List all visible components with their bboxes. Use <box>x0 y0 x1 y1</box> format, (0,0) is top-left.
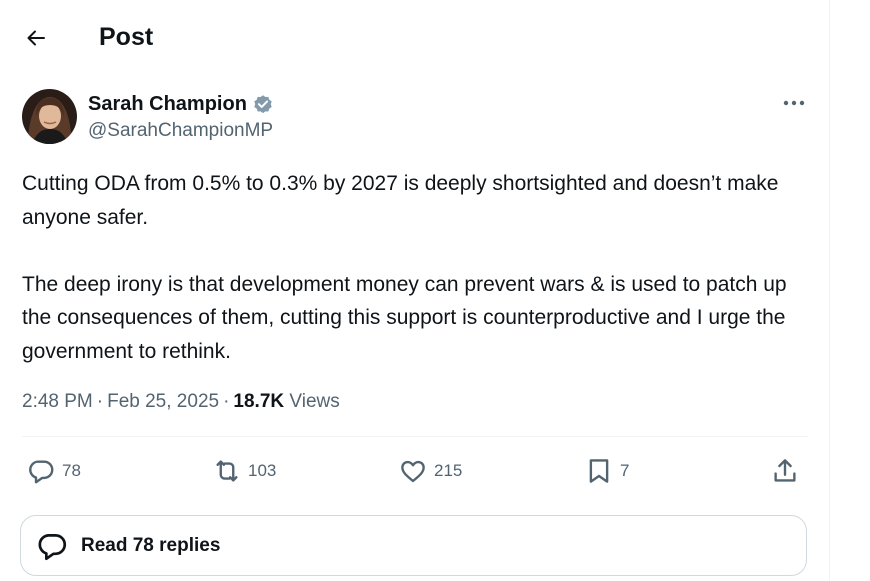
reply-count: 78 <box>62 461 81 480</box>
timeline-column: Post Sarah Champion @SarahChampionMP Cut… <box>0 0 830 581</box>
more-options-button[interactable] <box>776 89 812 117</box>
tweet-date[interactable]: Feb 25, 2025 <box>107 391 219 412</box>
verified-badge-icon[interactable] <box>252 93 274 115</box>
views-label: Views <box>289 391 340 412</box>
more-dots-icon <box>782 99 806 107</box>
views-count: 18.7K <box>233 391 285 412</box>
share-button[interactable] <box>770 455 800 487</box>
author-name-row: Sarah Champion <box>88 92 274 116</box>
reply-icon <box>26 456 56 486</box>
tweet-text: Cutting ODA from 0.5% to 0.3% by 2027 is… <box>22 167 812 368</box>
avatar[interactable] <box>22 89 77 144</box>
bookmark-icon <box>584 456 614 486</box>
tweet-time[interactable]: 2:48 PM <box>22 391 93 412</box>
page-title: Post <box>99 23 154 51</box>
divider <box>22 436 808 437</box>
like-count: 215 <box>434 461 463 480</box>
meta-separator: · <box>96 391 104 412</box>
reply-button[interactable]: 78 <box>26 455 81 487</box>
share-icon <box>770 456 800 486</box>
retweet-count: 103 <box>248 461 277 480</box>
author-name[interactable]: Sarah Champion <box>88 93 247 116</box>
author-handle[interactable]: @SarahChampionMP <box>88 120 273 142</box>
read-replies-button[interactable]: Read 78 replies <box>20 515 807 576</box>
retweet-icon <box>212 456 242 486</box>
back-button[interactable] <box>16 18 56 58</box>
retweet-button[interactable]: 103 <box>212 455 276 487</box>
post-header: Post <box>0 0 829 74</box>
reply-bubble-icon <box>35 529 69 563</box>
bookmark-button[interactable]: 7 <box>584 455 629 487</box>
tweet-paragraph: Cutting ODA from 0.5% to 0.3% by 2027 is… <box>22 172 779 229</box>
meta-separator: · <box>223 391 230 412</box>
heart-icon <box>398 456 428 486</box>
bookmark-count: 7 <box>620 461 630 480</box>
page: Post Sarah Champion @SarahChampionMP Cut… <box>0 0 870 581</box>
like-button[interactable]: 215 <box>398 455 462 487</box>
avatar-photo <box>22 89 77 144</box>
read-replies-label: Read 78 replies <box>81 534 221 556</box>
tweet-meta: 2:48 PM · Feb 25, 2025 · 18.7K Views <box>22 388 340 416</box>
arrow-left-icon <box>24 26 48 50</box>
tweet-paragraph: The deep irony is that development money… <box>22 272 787 363</box>
